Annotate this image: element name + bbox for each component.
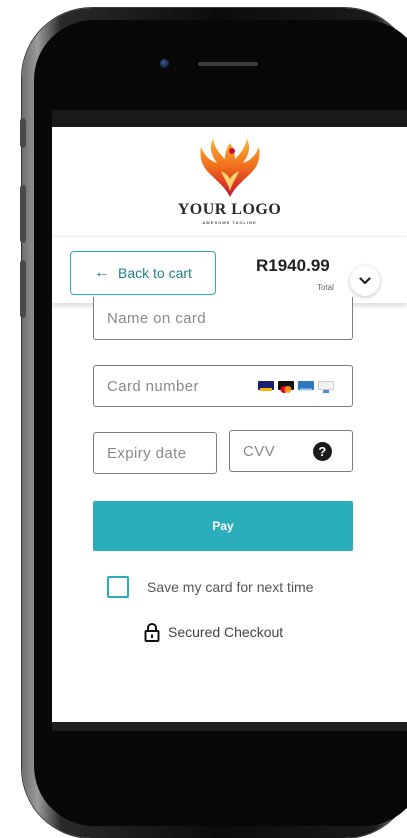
secured-checkout-badge: Secured Checkout: [144, 622, 283, 642]
cvv-placeholder: CVV: [243, 442, 276, 460]
accepted-cards: [258, 381, 334, 393]
save-card-row: Save my card for next time: [107, 576, 314, 598]
screen-bottom-edge: [52, 722, 407, 731]
cvv-input[interactable]: CVV ?: [229, 430, 353, 472]
order-total-label: Total: [317, 283, 334, 292]
pay-button-label: Pay: [212, 519, 234, 533]
expiry-date-placeholder: Expiry date: [107, 444, 187, 462]
secured-checkout-label: Secured Checkout: [168, 624, 284, 640]
card-number-input[interactable]: Card number: [93, 365, 353, 407]
question-circle-icon[interactable]: ?: [313, 442, 332, 461]
expiry-date-input[interactable]: Expiry date: [93, 432, 217, 474]
checkout-screen: YOUR LOGO AWESOME TAGLINE ← Back to cart…: [52, 127, 407, 722]
name-on-card-input[interactable]: Name on card: [93, 297, 353, 340]
lock-icon: [144, 622, 160, 642]
pay-button[interactable]: Pay: [93, 501, 353, 551]
save-card-checkbox[interactable]: [107, 576, 129, 598]
phone-volume-down-button: [20, 260, 26, 318]
phone-mute-switch: [20, 118, 26, 148]
expand-summary-button[interactable]: [350, 266, 380, 296]
save-card-label[interactable]: Save my card for next time: [147, 579, 314, 595]
amex-icon: [298, 381, 314, 391]
phone-volume-up-button: [20, 185, 26, 243]
visa-icon: [258, 381, 274, 391]
earpiece-speaker: [198, 62, 258, 66]
back-to-cart-label: Back to cart: [118, 265, 192, 281]
logo-tagline: AWESOME TAGLINE: [202, 220, 257, 225]
front-camera-icon: [160, 59, 169, 68]
brand-logo: YOUR LOGO AWESOME TAGLINE: [52, 137, 407, 225]
chevron-down-icon: [359, 277, 371, 285]
cart-summary-bar: ← Back to cart R1940.99 Total: [52, 236, 407, 303]
order-total-amount: R1940.99: [256, 256, 330, 275]
name-on-card-placeholder: Name on card: [107, 309, 207, 327]
status-bar: [52, 110, 407, 127]
arrow-left-icon: ←: [94, 264, 111, 281]
card-number-placeholder: Card number: [107, 377, 199, 395]
logo-text: YOUR LOGO: [177, 201, 282, 218]
back-to-cart-button[interactable]: ← Back to cart: [70, 251, 216, 295]
mastercard-icon: [278, 381, 294, 393]
generic-card-icon: [318, 381, 334, 393]
phoenix-logo-icon: [199, 139, 260, 197]
